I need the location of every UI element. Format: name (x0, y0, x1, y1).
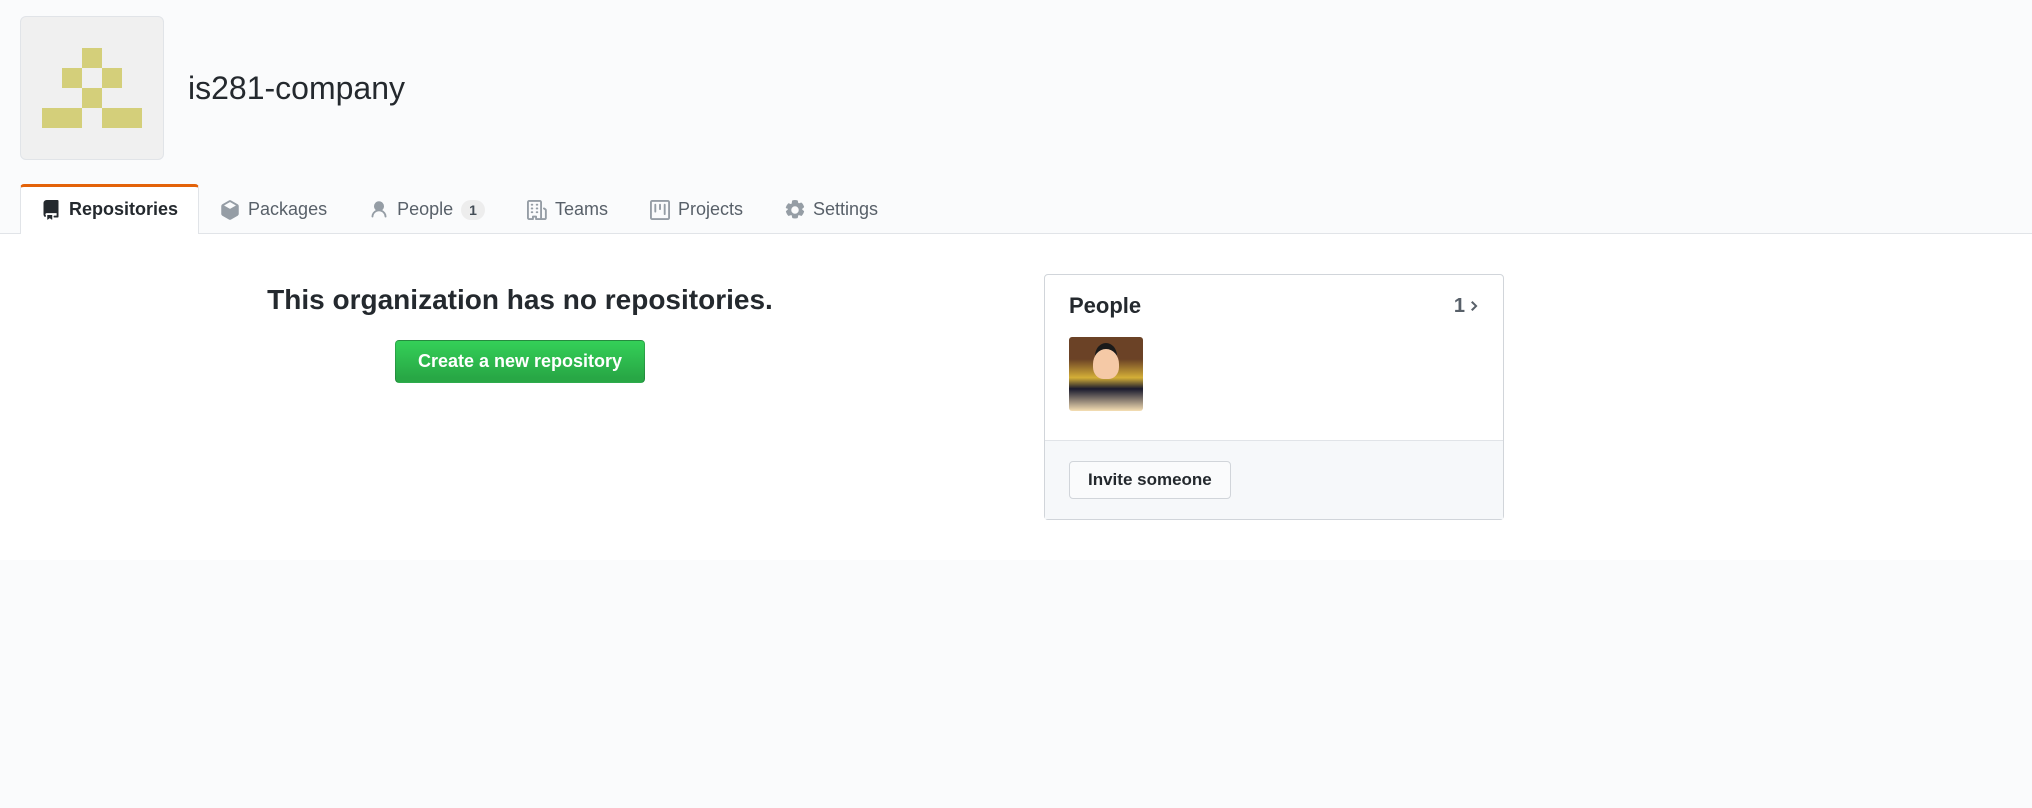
tab-settings[interactable]: Settings (764, 184, 899, 234)
invite-someone-button[interactable]: Invite someone (1069, 461, 1231, 499)
tab-label: Settings (813, 199, 878, 220)
people-count-link: 1 (1454, 295, 1479, 318)
tab-label: Packages (248, 199, 327, 220)
tab-teams[interactable]: Teams (506, 184, 629, 234)
chevron-right-icon (1469, 298, 1479, 314)
people-list (1045, 337, 1503, 440)
people-sidebar: People 1 Invite someone (1044, 274, 1504, 520)
create-repository-button[interactable]: Create a new repository (395, 340, 645, 383)
tab-label: People (397, 199, 453, 220)
tab-label: Teams (555, 199, 608, 220)
org-header: is281-company (0, 0, 2032, 184)
person-icon (369, 200, 389, 220)
people-title: People (1069, 293, 1141, 319)
tab-label: Repositories (69, 199, 178, 220)
org-identicon (42, 38, 142, 138)
people-count-badge: 1 (461, 200, 485, 220)
people-count: 1 (1454, 295, 1465, 318)
empty-state-title: This organization has no repositories. (20, 284, 1020, 316)
org-avatar[interactable] (20, 16, 164, 160)
repo-icon (41, 200, 61, 220)
tab-people[interactable]: People 1 (348, 184, 506, 234)
gear-icon (785, 200, 805, 220)
people-header[interactable]: People 1 (1045, 275, 1503, 337)
project-icon (650, 200, 670, 220)
org-name: is281-company (188, 70, 405, 107)
people-footer: Invite someone (1045, 440, 1503, 519)
tab-projects[interactable]: Projects (629, 184, 764, 234)
main-panel: This organization has no repositories. C… (20, 274, 1020, 520)
tab-label: Projects (678, 199, 743, 220)
tab-repositories[interactable]: Repositories (20, 184, 199, 234)
member-avatar[interactable] (1069, 337, 1143, 411)
organization-icon (527, 200, 547, 220)
content: This organization has no repositories. C… (0, 234, 2032, 560)
package-icon (220, 200, 240, 220)
tabs-nav: Repositories Packages People 1 Teams Pro… (0, 184, 2032, 234)
tab-packages[interactable]: Packages (199, 184, 348, 234)
